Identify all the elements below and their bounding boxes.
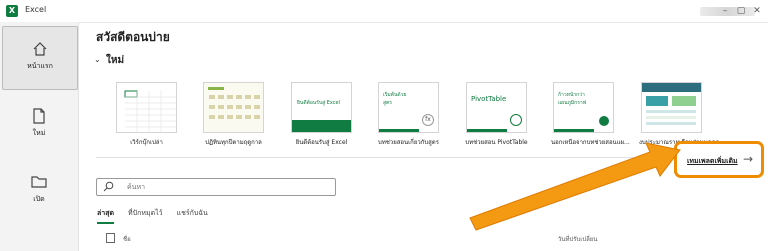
annotation-arrow <box>469 142 681 231</box>
